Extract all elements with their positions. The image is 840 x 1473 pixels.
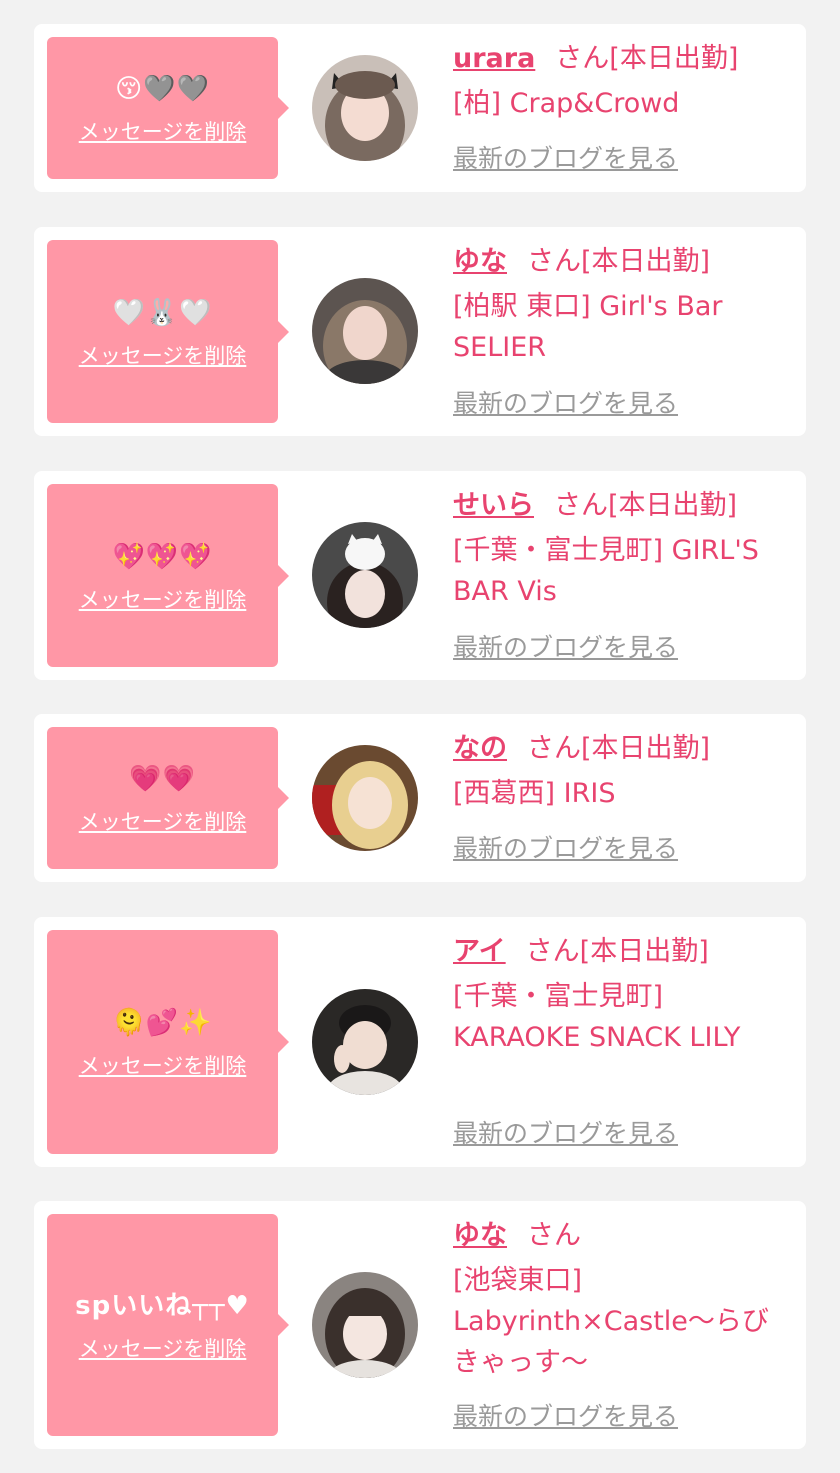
favorite-card: 🤍🐰🤍 メッセージを削除 ゆな さん[本日出勤] [柏駅 東口] Girl's B… [34, 227, 806, 436]
work-status: [本日出勤] [581, 733, 711, 764]
cast-info: なの さん[本日出勤] [西葛西] IRIS [453, 727, 793, 814]
avatar[interactable] [312, 1272, 418, 1378]
message-bubble: spいいね┬┬♥ メッセージを削除 [47, 1214, 289, 1436]
latest-blog-link[interactable]: 最新のブログを見る [453, 1400, 678, 1434]
message-bubble: 🤍🐰🤍 メッセージを削除 [47, 240, 289, 423]
message-bubble: 💗💗 メッセージを削除 [47, 727, 289, 869]
cast-info: アイ さん[本日出勤] [千葉・富士見町] KARAOKE SNACK LILY [453, 930, 793, 1058]
latest-blog-link[interactable]: 最新のブログを見る [453, 142, 678, 176]
message-bubble: 💖💖💖 メッセージを削除 [47, 484, 289, 667]
latest-blog-link[interactable]: 最新のブログを見る [453, 387, 678, 421]
san-suffix: さん [525, 936, 580, 967]
latest-blog-link[interactable]: 最新のブログを見る [453, 631, 678, 665]
avatar[interactable] [312, 989, 418, 1095]
avatar[interactable] [312, 55, 418, 161]
message-text: 💖💖💖 [112, 541, 213, 572]
cast-name-link[interactable]: なの [453, 733, 507, 764]
message-text: 💗💗 [129, 764, 196, 794]
san-suffix: さん [555, 43, 610, 74]
favorite-card: 🫠💕✨ メッセージを削除 アイ さん[本日出勤] [千葉・富士見町] KARAOK… [34, 917, 806, 1167]
shop-name: [池袋東口] Labyrinth×Castle〜らびきゃっす〜 [453, 1265, 769, 1378]
san-suffix: さん [527, 733, 581, 764]
message-text: 😚🩶🩶 [115, 74, 210, 104]
delete-message-link[interactable]: メッセージを削除 [79, 1053, 247, 1079]
work-status: [本日出勤] [609, 43, 739, 74]
delete-message-link[interactable]: メッセージを削除 [79, 587, 247, 613]
cast-name-link[interactable]: せいら [453, 490, 534, 521]
san-suffix: さん [527, 246, 581, 277]
shop-name: [西葛西] IRIS [453, 778, 616, 809]
shop-name: [柏駅 東口] Girl's Bar SELIER [453, 291, 723, 363]
work-status: [本日出勤] [579, 936, 709, 967]
cast-name-link[interactable]: urara [453, 43, 535, 74]
work-status: [本日出勤] [608, 490, 738, 521]
message-bubble: 🫠💕✨ メッセージを削除 [47, 930, 289, 1154]
latest-blog-link[interactable]: 最新のブログを見る [453, 1117, 678, 1151]
cast-name-link[interactable]: ゆな [453, 1220, 507, 1251]
san-suffix: さん [554, 490, 608, 521]
delete-message-link[interactable]: メッセージを削除 [79, 119, 247, 145]
favorite-card: 💖💖💖 メッセージを削除 せいら さん[本日出勤] [千葉・富士見町] GIRL'… [34, 471, 806, 680]
favorite-card: 😚🩶🩶 メッセージを削除 urara さん[本日出勤] [柏] Crap&Crow… [34, 24, 806, 192]
latest-blog-link[interactable]: 最新のブログを見る [453, 832, 678, 866]
delete-message-link[interactable]: メッセージを削除 [79, 1336, 247, 1362]
cast-info: ゆな さん[本日出勤] [柏駅 東口] Girl's Bar SELIER [453, 240, 793, 368]
message-text: 🫠💕✨ [112, 1008, 213, 1038]
delete-message-link[interactable]: メッセージを削除 [79, 809, 247, 835]
cast-name-link[interactable]: アイ [453, 936, 506, 967]
cast-info: せいら さん[本日出勤] [千葉・富士見町] GIRL'S BAR Vis [453, 484, 793, 612]
cast-info: ゆな さん [池袋東口] Labyrinth×Castle〜らびきゃっす〜 [453, 1214, 793, 1383]
message-bubble: 😚🩶🩶 メッセージを削除 [47, 37, 289, 179]
favorite-card: 💗💗 メッセージを削除 なの さん[本日出勤] [西葛西] IRIS 最新のブログ… [34, 714, 806, 882]
shop-name: [千葉・富士見町] GIRL'S BAR Vis [453, 535, 759, 607]
san-suffix: さん [527, 1220, 581, 1251]
avatar[interactable] [312, 522, 418, 628]
favorite-card: spいいね┬┬♥ メッセージを削除 ゆな さん [池袋東口] Labyrinth×… [34, 1201, 806, 1449]
cast-info: urara さん[本日出勤] [柏] Crap&Crowd [453, 37, 793, 124]
shop-name: [柏] Crap&Crowd [453, 88, 680, 119]
shop-name: [千葉・富士見町] KARAOKE SNACK LILY [453, 981, 741, 1053]
avatar[interactable] [312, 745, 418, 851]
cast-name-link[interactable]: ゆな [453, 246, 507, 277]
message-text: 🤍🐰🤍 [112, 297, 213, 328]
delete-message-link[interactable]: メッセージを削除 [79, 343, 247, 369]
avatar[interactable] [312, 278, 418, 384]
message-text: spいいね┬┬♥ [75, 1291, 250, 1321]
work-status: [本日出勤] [581, 246, 711, 277]
